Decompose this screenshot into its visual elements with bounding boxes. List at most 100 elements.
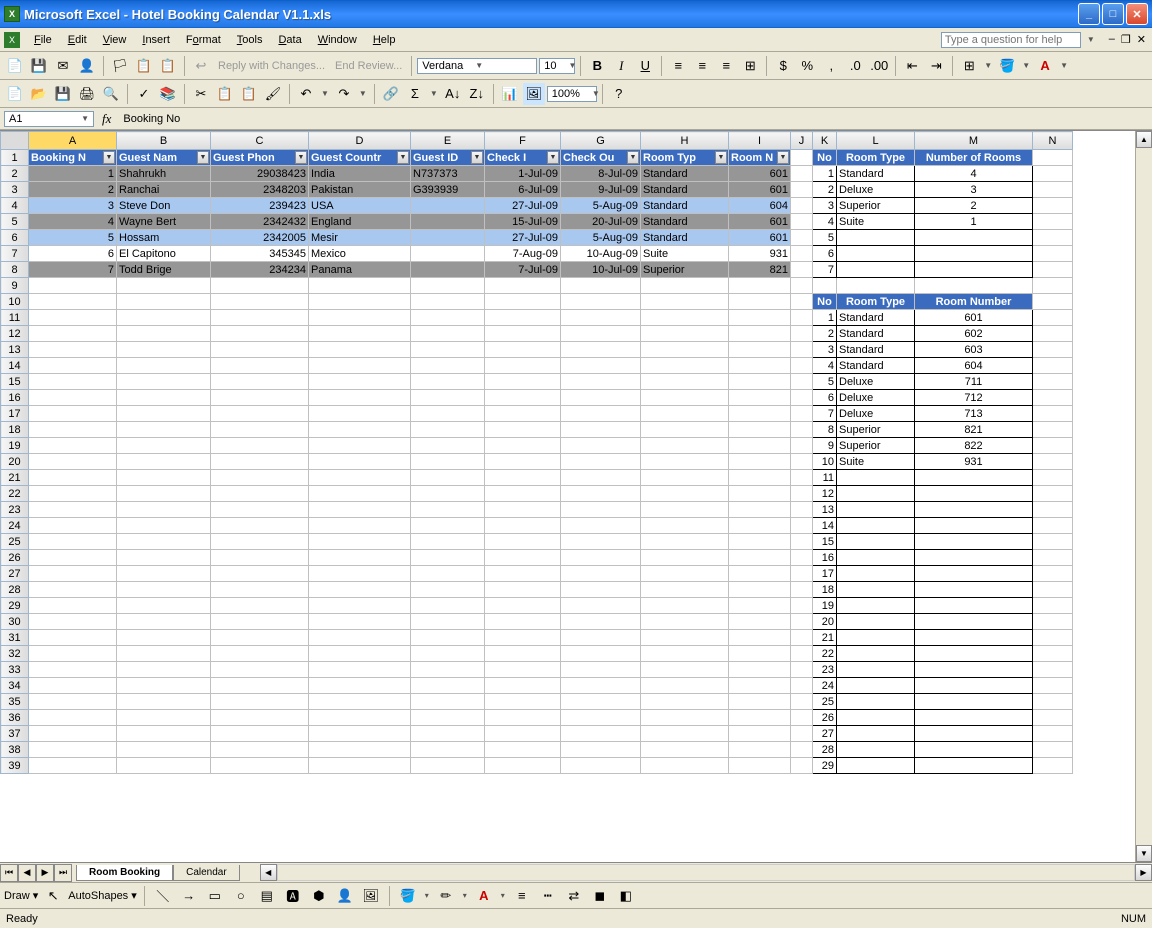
cell[interactable] (729, 550, 791, 566)
cell[interactable] (29, 470, 117, 486)
cell[interactable] (915, 262, 1033, 278)
italic-button[interactable]: I (610, 55, 632, 77)
cell[interactable]: 601 (729, 182, 791, 198)
cell[interactable] (729, 358, 791, 374)
cell[interactable] (485, 710, 561, 726)
cell[interactable] (309, 518, 411, 534)
cell[interactable]: 10-Aug-09 (561, 246, 641, 262)
cell[interactable] (29, 662, 117, 678)
cell[interactable] (309, 470, 411, 486)
cell[interactable] (729, 486, 791, 502)
cell[interactable]: 9-Jul-09 (561, 182, 641, 198)
cell[interactable] (641, 374, 729, 390)
booking-header[interactable]: Guest Countr▼ (309, 150, 411, 166)
cell[interactable]: 5-Aug-09 (561, 198, 641, 214)
cell[interactable] (641, 710, 729, 726)
cell[interactable] (211, 486, 309, 502)
cell[interactable]: 822 (915, 438, 1033, 454)
cell[interactable]: Mexico (309, 246, 411, 262)
cell[interactable] (729, 582, 791, 598)
cell[interactable] (211, 550, 309, 566)
cell[interactable]: 7 (813, 262, 837, 278)
cell[interactable] (485, 502, 561, 518)
row-header-30[interactable]: 30 (1, 614, 29, 630)
cell[interactable] (309, 726, 411, 742)
cell[interactable] (485, 614, 561, 630)
cell[interactable] (641, 726, 729, 742)
cell[interactable] (29, 374, 117, 390)
tab-last-button[interactable]: ⏭ (54, 864, 72, 882)
booking-header[interactable]: Guest Nam▼ (117, 150, 211, 166)
cell[interactable] (411, 518, 485, 534)
textbox-icon[interactable]: ▤ (256, 885, 278, 907)
drawing-button[interactable]: 🖼 (523, 83, 545, 105)
line-icon[interactable]: ＼ (152, 885, 174, 907)
filter-dropdown-icon[interactable]: ▼ (397, 151, 409, 164)
cell[interactable] (641, 662, 729, 678)
cell[interactable] (561, 294, 641, 310)
chart-button[interactable]: 📊 (499, 83, 521, 105)
cell[interactable] (915, 470, 1033, 486)
underline-button[interactable]: U (634, 55, 656, 77)
cell[interactable] (211, 614, 309, 630)
cell[interactable] (729, 294, 791, 310)
cell[interactable] (561, 550, 641, 566)
cell[interactable] (411, 342, 485, 358)
cell[interactable] (29, 614, 117, 630)
cell[interactable] (211, 358, 309, 374)
cell[interactable] (641, 470, 729, 486)
cell[interactable]: 1 (29, 166, 117, 182)
cell[interactable]: 27 (813, 726, 837, 742)
cell[interactable]: 16 (813, 550, 837, 566)
cell[interactable]: 14 (813, 518, 837, 534)
col-header-N[interactable]: N (1033, 132, 1073, 150)
cell[interactable] (561, 342, 641, 358)
cell[interactable] (641, 566, 729, 582)
cell[interactable] (211, 518, 309, 534)
row-header-12[interactable]: 12 (1, 326, 29, 342)
redo-button[interactable]: ↷ (333, 83, 355, 105)
cell[interactable] (561, 406, 641, 422)
rectangle-icon[interactable]: ▭ (204, 885, 226, 907)
cell[interactable]: 2 (915, 198, 1033, 214)
cell[interactable] (309, 406, 411, 422)
cell[interactable]: Steve Don (117, 198, 211, 214)
cell[interactable] (309, 534, 411, 550)
cell[interactable]: 2342005 (211, 230, 309, 246)
cell[interactable] (411, 374, 485, 390)
cell[interactable] (915, 518, 1033, 534)
cell[interactable]: 24 (813, 678, 837, 694)
sort-asc-button[interactable]: A↓ (442, 83, 464, 105)
menu-data[interactable]: Data (270, 31, 309, 49)
cell[interactable] (211, 342, 309, 358)
cell[interactable] (561, 502, 641, 518)
cell[interactable]: 4 (813, 358, 837, 374)
row-header-26[interactable]: 26 (1, 550, 29, 566)
cell[interactable] (837, 486, 915, 502)
cell[interactable] (837, 726, 915, 742)
cell[interactable]: 6 (813, 390, 837, 406)
filter-dropdown-icon[interactable]: ▼ (103, 151, 115, 164)
col-header-E[interactable]: E (411, 132, 485, 150)
save-icon[interactable]: 💾 (28, 55, 50, 77)
row-header-35[interactable]: 35 (1, 694, 29, 710)
align-center-button[interactable]: ≡ (691, 55, 713, 77)
cell[interactable]: 5 (813, 374, 837, 390)
row-header-22[interactable]: 22 (1, 486, 29, 502)
cell[interactable] (641, 358, 729, 374)
cell[interactable] (309, 582, 411, 598)
font-color-button[interactable]: A (1034, 55, 1056, 77)
fx-icon[interactable]: fx (102, 111, 111, 127)
cell[interactable] (485, 406, 561, 422)
cell[interactable] (915, 630, 1033, 646)
cell[interactable] (641, 598, 729, 614)
cell[interactable] (411, 694, 485, 710)
row-header-20[interactable]: 20 (1, 454, 29, 470)
cell[interactable] (411, 422, 485, 438)
cell[interactable] (729, 662, 791, 678)
cell[interactable]: Todd Brige (117, 262, 211, 278)
cell[interactable]: Deluxe (837, 182, 915, 198)
cell[interactable]: 15-Jul-09 (485, 214, 561, 230)
row-header-14[interactable]: 14 (1, 358, 29, 374)
cell[interactable]: 12 (813, 486, 837, 502)
